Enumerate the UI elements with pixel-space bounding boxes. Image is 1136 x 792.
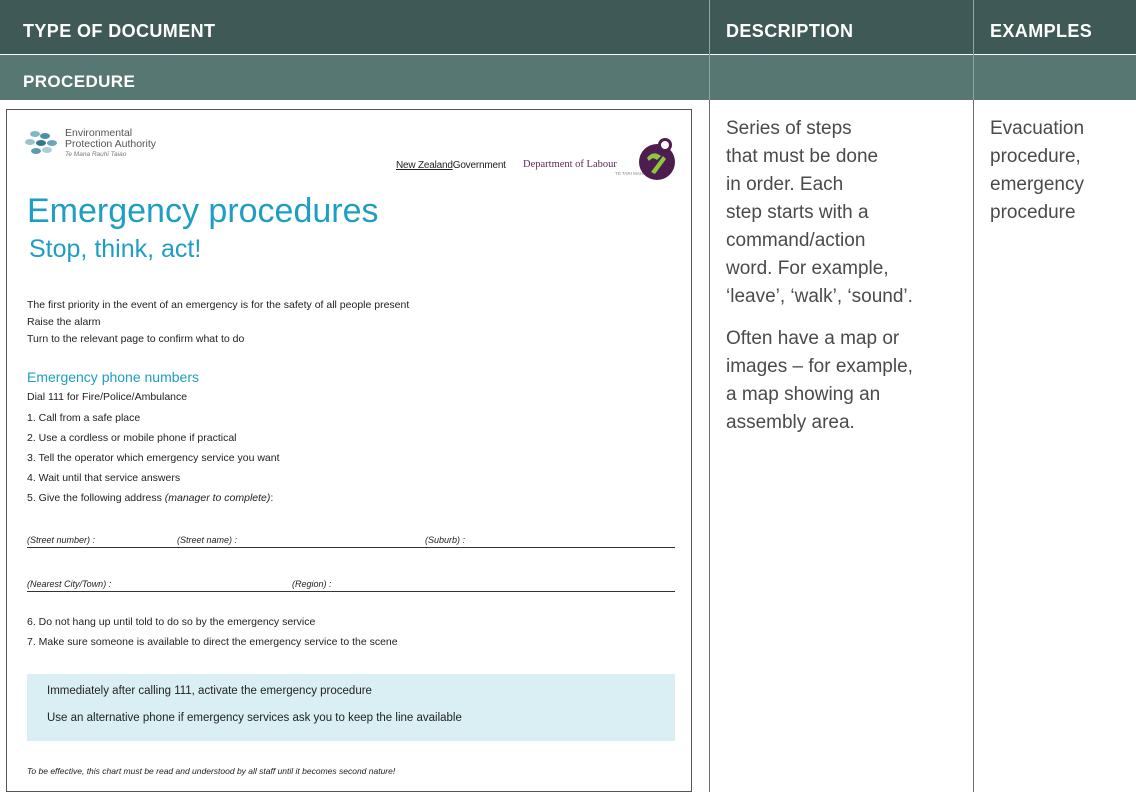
row-label-procedure: PROCEDURE — [23, 72, 136, 91]
callout-box: Immediately after calling 111, activate … — [27, 674, 675, 741]
step-5-end: : — [270, 492, 274, 504]
suburb-label: (Suburb) : — [425, 535, 466, 545]
steps-list-continued: 6. Do not hang up until told to do so by… — [27, 612, 398, 652]
callout-line-1: Immediately after calling 111, activate … — [47, 685, 372, 697]
examples-line-2: procedure, — [990, 146, 1081, 167]
phone-numbers-heading: Emergency phone numbers — [27, 369, 199, 385]
step-2: 2. Use a cordless or mobile phone if pra… — [27, 432, 237, 444]
callout-line-2: Use an alternative phone if emergency se… — [47, 712, 462, 724]
epa-name-line-2: Protection Authority — [65, 138, 157, 150]
step-4: 4. Wait until that service answers — [27, 472, 181, 484]
description-line-3: in order. Each — [726, 174, 844, 195]
step-6: 6. Do not hang up until told to do so by… — [27, 616, 316, 628]
intro-line-1: The first priority in the event of an em… — [27, 299, 410, 311]
footnote: To be effective, this chart must be read… — [27, 766, 396, 776]
intro-line-2: Raise the alarm — [27, 316, 101, 328]
description-line-5: command/action — [726, 230, 866, 251]
column-divider-header-1 — [709, 0, 710, 100]
step-5-note: (manager to complete) — [164, 492, 271, 504]
step-7: 7. Make sure someone is available to dir… — [27, 636, 398, 648]
step-1: 1. Call from a safe place — [27, 412, 141, 424]
header-examples: EXAMPLES — [990, 21, 1093, 41]
region-label: (Region) : — [292, 579, 332, 589]
description-text: Series of steps that must be done in ord… — [726, 115, 913, 437]
step-5: 5. Give the following address (manager t… — [27, 488, 280, 508]
description-line-11: assembly area. — [726, 412, 855, 433]
description-line-8: Often have a map or — [726, 328, 900, 349]
examples-line-4: procedure — [990, 202, 1076, 223]
description-line-10: a map showing an — [726, 384, 881, 405]
column-divider-header-2 — [973, 0, 974, 100]
steps-list: 1. Call from a safe place 2. Use a cordl… — [27, 408, 280, 508]
intro-line-3: Turn to the relevant page to confirm wha… — [27, 333, 245, 345]
city-label: (Nearest City/Town) : — [27, 579, 112, 589]
step-5-text: 5. Give the following address — [27, 492, 165, 504]
description-line-9: images – for example, — [726, 356, 913, 377]
document-subtitle: Stop, think, act! — [29, 235, 202, 263]
column-divider-2 — [973, 100, 974, 792]
table-row-label-bar — [0, 55, 1136, 100]
header-type-of-document: TYPE OF DOCUMENT — [23, 21, 216, 41]
description-line-7: ‘leave’, ‘walk’, ‘sound’. — [726, 286, 913, 307]
epa-maori-name: Te Mana Rauhī Taiao — [65, 151, 127, 158]
description-line-6: word. For example, — [726, 258, 889, 279]
address-line-2: (Nearest City/Town) : (Region) : — [27, 574, 675, 592]
dial-instruction: Dial 111 for Fire/Police/Ambulance — [27, 391, 188, 403]
nz-government-logo: New ZealandGovernment — [396, 160, 506, 171]
description-line-4: step starts with a — [726, 202, 869, 223]
header-description: DESCRIPTION — [726, 21, 854, 41]
street-number-label: (Street number) : — [27, 535, 96, 545]
examples-text: Evacuation procedure, emergency procedur… — [990, 115, 1084, 227]
street-name-label: (Street name) : — [177, 535, 238, 545]
step-3: 3. Tell the operator which emergency ser… — [27, 452, 280, 464]
nz-gov-part-b: Government — [452, 160, 506, 171]
emergency-procedure-document: Environmental Protection Authority Te Ma… — [6, 109, 692, 792]
address-line-1: (Street number) : (Street name) : (Subur… — [27, 530, 675, 548]
dol-logo-text: Department of Labour — [523, 159, 617, 170]
description-line-2: that must be done — [726, 146, 879, 167]
epa-logo-icon — [25, 131, 57, 154]
examples-line-1: Evacuation — [990, 118, 1085, 139]
examples-line-3: emergency — [990, 174, 1084, 195]
intro-text: The first priority in the event of an em… — [27, 297, 409, 348]
dol-logo-icon — [639, 138, 675, 180]
document-title: Emergency procedures — [27, 192, 379, 230]
nz-gov-part-a: New Zealand — [396, 160, 453, 171]
epa-logo-text: Environmental Protection Authority Te Ma… — [65, 128, 156, 159]
description-line-1: Series of steps — [726, 118, 852, 139]
column-divider-1 — [709, 100, 710, 792]
